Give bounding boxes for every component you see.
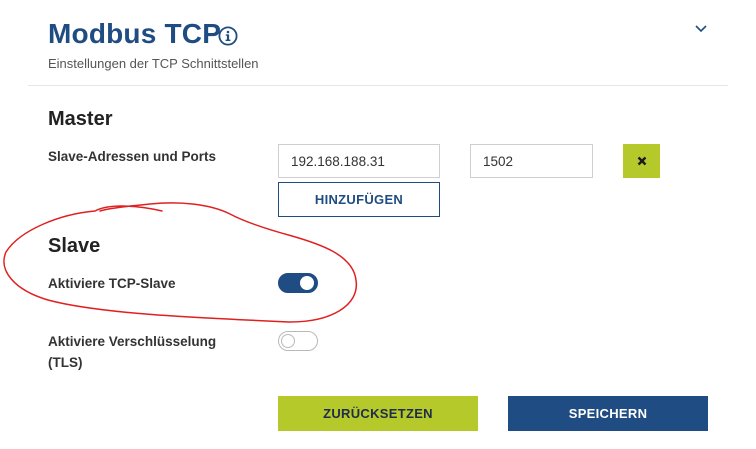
- close-icon: [637, 156, 646, 166]
- slave-address-input[interactable]: [278, 144, 440, 178]
- modbus-tcp-settings-panel: Modbus TCP Einstellungen der TCP Schnitt…: [0, 0, 756, 449]
- reset-button[interactable]: ZURÜCKSETZEN: [278, 396, 478, 431]
- header-divider: [28, 85, 728, 86]
- page-subtitle: Einstellungen der TCP Schnittstellen: [48, 56, 259, 71]
- toggle-knob: [281, 334, 295, 348]
- tcp-slave-label: Aktiviere TCP-Slave: [48, 276, 176, 291]
- slave-heading: Slave: [48, 235, 101, 257]
- save-button[interactable]: SPEICHERN: [508, 396, 708, 431]
- tls-label: Aktiviere Verschlüsselung (TLS): [48, 334, 217, 370]
- page-title: Modbus TCP: [48, 18, 222, 49]
- slave-port-input[interactable]: [470, 144, 593, 178]
- slave-addresses-label: Slave-Adressen und Ports: [48, 149, 217, 164]
- info-icon[interactable]: [218, 26, 238, 46]
- toggle-knob: [300, 276, 314, 290]
- tcp-slave-toggle[interactable]: [278, 273, 318, 293]
- remove-address-button[interactable]: [623, 144, 660, 178]
- chevron-down-icon[interactable]: [694, 24, 708, 34]
- tls-toggle[interactable]: [278, 331, 318, 351]
- master-heading: Master: [48, 108, 113, 130]
- add-address-button[interactable]: HINZUFÜGEN: [278, 182, 440, 217]
